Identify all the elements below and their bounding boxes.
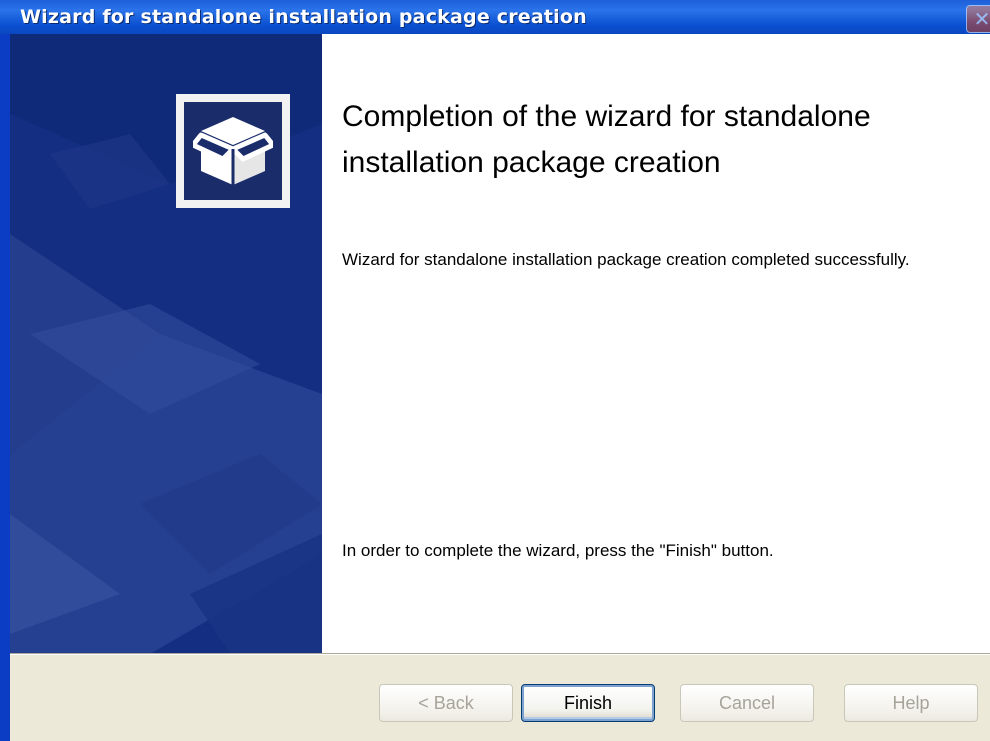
button-bar: < Back Finish Cancel Help <box>10 653 990 741</box>
help-button[interactable]: Help <box>844 684 978 722</box>
window-left-border <box>0 34 10 741</box>
finish-button[interactable]: Finish <box>521 684 655 722</box>
finish-instruction: In order to complete the wizard, press t… <box>342 541 774 560</box>
package-icon-frame <box>176 94 290 208</box>
page-title: Completion of the wizard for standalone … <box>342 100 871 179</box>
wizard-window: Wizard for standalone installation packa… <box>0 0 990 741</box>
close-button[interactable]: ✕ <box>966 5 990 33</box>
wizard-content: Completion of the wizard for standalone … <box>322 34 990 653</box>
close-icon: ✕ <box>973 7 990 31</box>
package-box-icon <box>184 102 282 200</box>
cancel-button[interactable]: Cancel <box>680 684 814 722</box>
title-bar[interactable]: Wizard for standalone installation packa… <box>0 0 990 34</box>
status-message: Wizard for standalone installation packa… <box>342 250 910 269</box>
back-button[interactable]: < Back <box>379 684 513 722</box>
window-title: Wizard for standalone installation packa… <box>20 6 587 28</box>
